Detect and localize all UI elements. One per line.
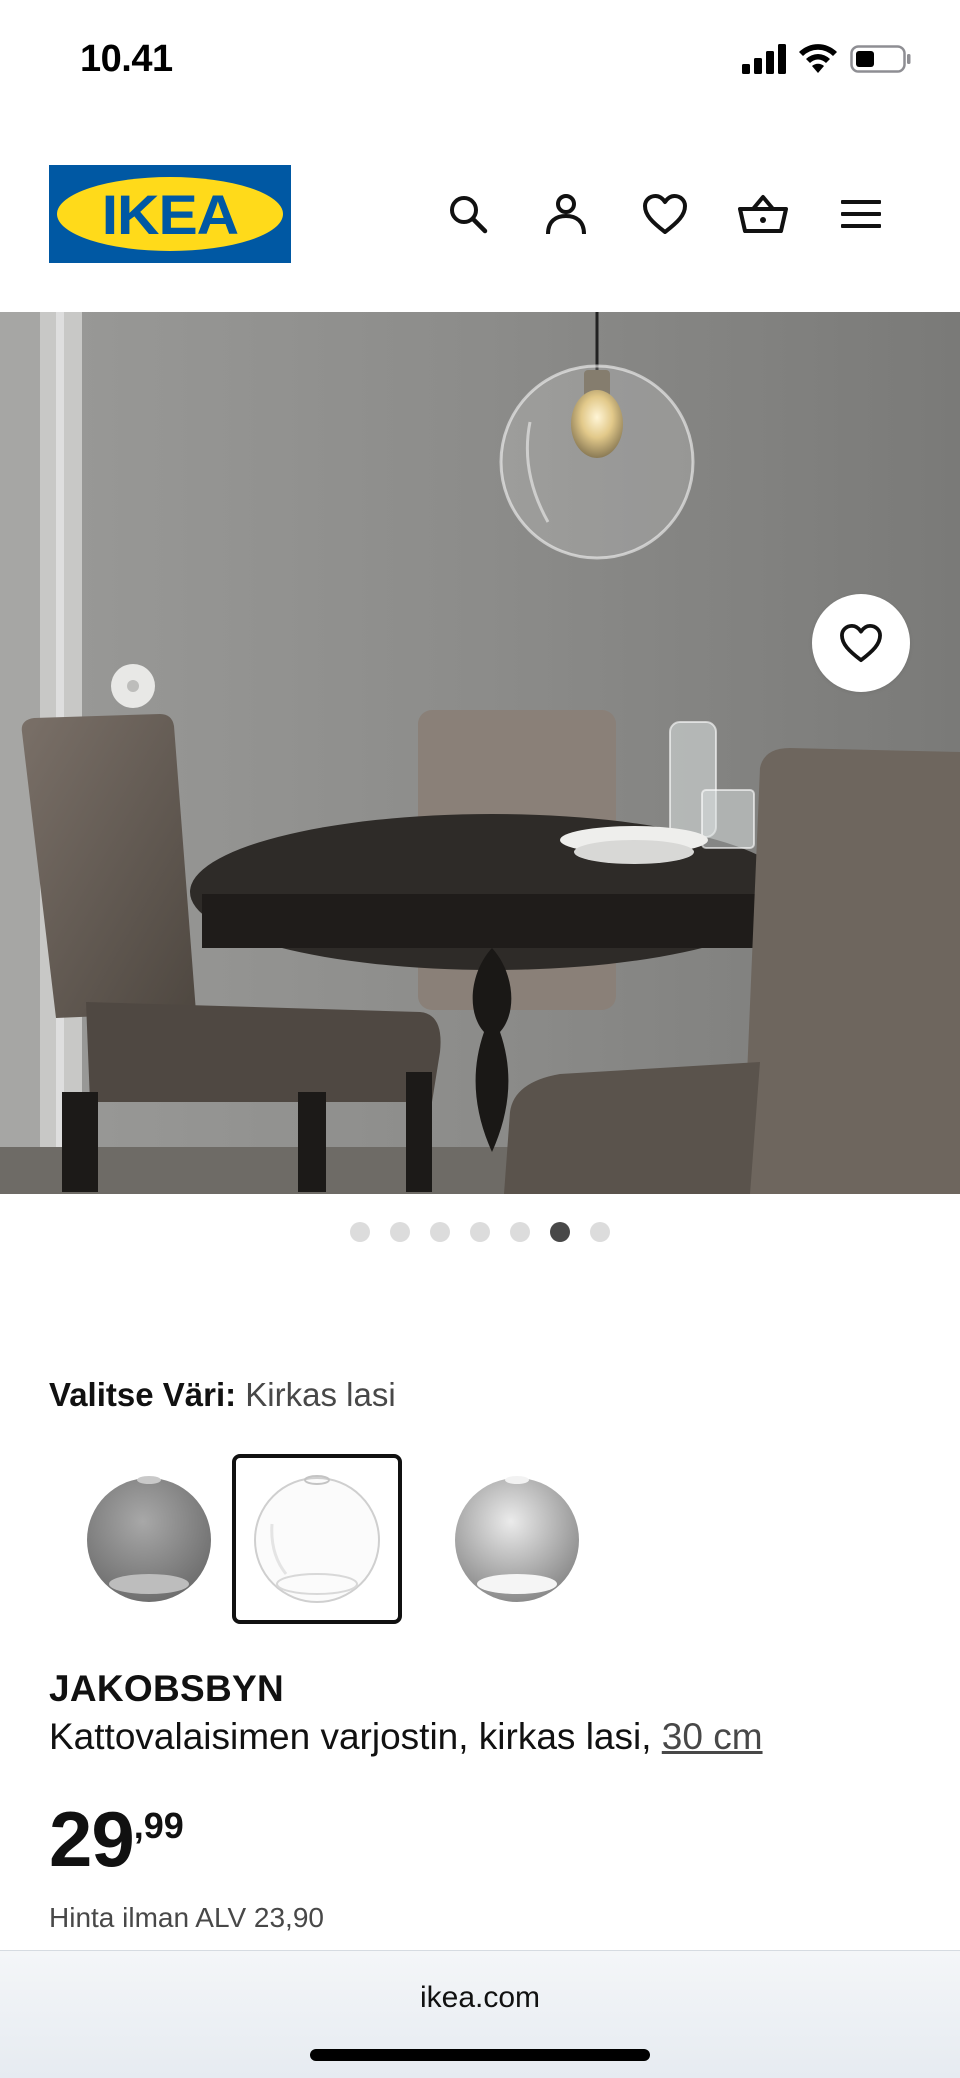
heart-icon (643, 194, 687, 234)
gallery-dot[interactable] (470, 1222, 490, 1242)
color-swatch-grey[interactable] (64, 1454, 234, 1624)
basket-button[interactable] (733, 184, 793, 244)
home-indicator[interactable] (310, 2049, 650, 2061)
gallery-dot[interactable] (390, 1222, 410, 1242)
gallery-dot[interactable] (430, 1222, 450, 1242)
product-price: 29 ,99 (49, 1800, 184, 1878)
clear-shade-thumbnail (254, 1475, 380, 1603)
menu-icon (841, 200, 881, 228)
product-photo-scene (0, 312, 960, 1194)
status-bar: 10.41 (0, 0, 960, 120)
gallery-dot[interactable] (590, 1222, 610, 1242)
site-header: IKEA (0, 120, 960, 312)
price-without-vat: Hinta ilman ALV 23,90 (49, 1902, 324, 1933)
favourites-button[interactable] (635, 184, 695, 244)
heart-icon (840, 623, 882, 663)
price-decimal: ,99 (133, 1805, 184, 1846)
product-image[interactable] (0, 312, 960, 1194)
product-description: Kattovalaisimen varjostin, kirkas lasi, … (49, 1716, 763, 1758)
search-button[interactable] (438, 184, 498, 244)
color-label-prefix: Valitse Väri: (49, 1376, 237, 1413)
account-button[interactable] (536, 184, 596, 244)
color-swatch-clear[interactable] (232, 1454, 402, 1624)
search-icon (450, 196, 488, 234)
status-time: 10.41 (80, 38, 173, 80)
browser-url[interactable]: ikea.com (0, 1981, 960, 2015)
product-name: JAKOBSBYN (49, 1668, 285, 1709)
account-icon (546, 194, 586, 235)
grey-shade-thumbnail (87, 1476, 211, 1602)
add-to-favourites-button[interactable] (812, 594, 910, 692)
selected-color-value: Kirkas lasi (245, 1376, 396, 1413)
gallery-pagination (0, 1222, 960, 1246)
color-selector-label: Valitse Väri: Kirkas lasi (49, 1376, 396, 1414)
menu-button[interactable] (831, 184, 891, 244)
battery-icon (850, 45, 911, 73)
price-integer: 29 (49, 1795, 135, 1883)
status-icons (742, 44, 912, 74)
cellular-signal-icon (742, 44, 786, 74)
gallery-dot[interactable] (510, 1222, 530, 1242)
header-icons (0, 184, 960, 244)
basket-icon (738, 195, 788, 233)
browser-address-bar[interactable]: ikea.com (0, 1950, 960, 2078)
product-size-link[interactable]: 30 cm (662, 1716, 763, 1757)
wifi-icon (799, 44, 837, 73)
gallery-dot[interactable] (350, 1222, 370, 1242)
smoked-shade-thumbnail (455, 1476, 579, 1602)
product-description-text: Kattovalaisimen varjostin, kirkas lasi, (49, 1716, 652, 1757)
gallery-dot-active[interactable] (550, 1222, 570, 1242)
color-swatch-smoked[interactable] (432, 1454, 602, 1624)
